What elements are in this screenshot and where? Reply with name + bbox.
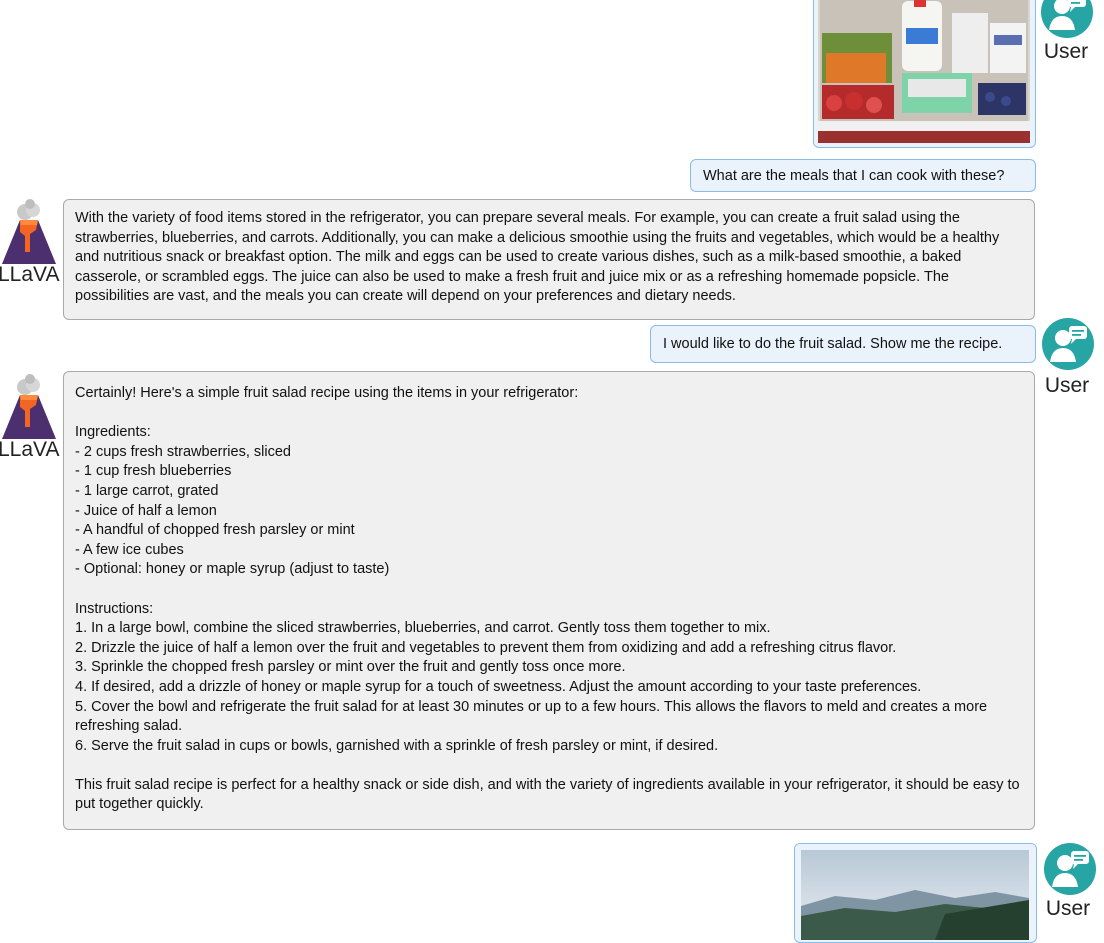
instruction-step: 3. Sprinkle the chopped fresh parsley or… (75, 659, 626, 676)
ingredient-item: - 1 large carrot, grated (75, 482, 219, 499)
recipe-intro: Certainly! Here's a simple fruit salad r… (75, 385, 579, 401)
user-avatar-icon (1044, 843, 1096, 895)
instructions-heading: Instructions: (75, 600, 154, 617)
fridge-image (813, 0, 1036, 148)
instruction-step: 6. Serve the fruit salad in cups or bowl… (75, 737, 719, 754)
user-label: User (1043, 40, 1089, 63)
user-label: User (1044, 374, 1090, 397)
recipe-closing: This fruit salad recipe is perfect for a… (75, 776, 1020, 813)
llava-label: LLaVA (0, 263, 60, 286)
user-chat-icon (1052, 851, 1089, 887)
landscape-image (794, 843, 1037, 943)
ingredient-item: - 1 cup fresh blueberries (75, 463, 232, 480)
instruction-step: 2. Drizzle the juice of half a lemon ove… (75, 639, 897, 656)
user-avatar-icon (1041, 0, 1093, 38)
user-label: User (1045, 897, 1091, 920)
user-chat-icon (1050, 326, 1087, 362)
landscape-photo (795, 844, 1035, 940)
user-message-1: What are the meals that I can cook with … (690, 159, 1036, 192)
ingredient-item: - A handful of chopped fresh parsley or … (75, 522, 355, 539)
assistant-message-1-text: With the variety of food items stored in… (75, 210, 1000, 305)
llava-avatar-icon (2, 199, 56, 264)
user-chat-icon (1049, 0, 1086, 30)
instruction-step: 5. Cover the bowl and refrigerate the fr… (75, 698, 988, 735)
user-avatar-icon (1042, 318, 1094, 370)
fridge-photo (814, 0, 1034, 146)
instruction-step: 4. If desired, add a drizzle of honey or… (75, 678, 922, 695)
ingredient-item: - Juice of half a lemon (75, 502, 217, 519)
ingredient-item: - Optional: honey or maple syrup (adjust… (75, 561, 390, 578)
instruction-step: 1. In a large bowl, combine the sliced s… (75, 620, 771, 637)
user-message-2: I would like to do the fruit salad. Show… (650, 325, 1036, 363)
llava-label: LLaVA (0, 438, 60, 461)
ingredient-item: - 2 cups fresh strawberries, sliced (75, 443, 291, 460)
ingredient-item: - A few ice cubes (75, 541, 184, 558)
ingredients-heading: Ingredients: (75, 424, 151, 441)
llava-avatar-icon (2, 374, 56, 439)
assistant-message-2: Certainly! Here's a simple fruit salad r… (63, 371, 1035, 830)
assistant-message-1: With the variety of food items stored in… (63, 199, 1035, 320)
